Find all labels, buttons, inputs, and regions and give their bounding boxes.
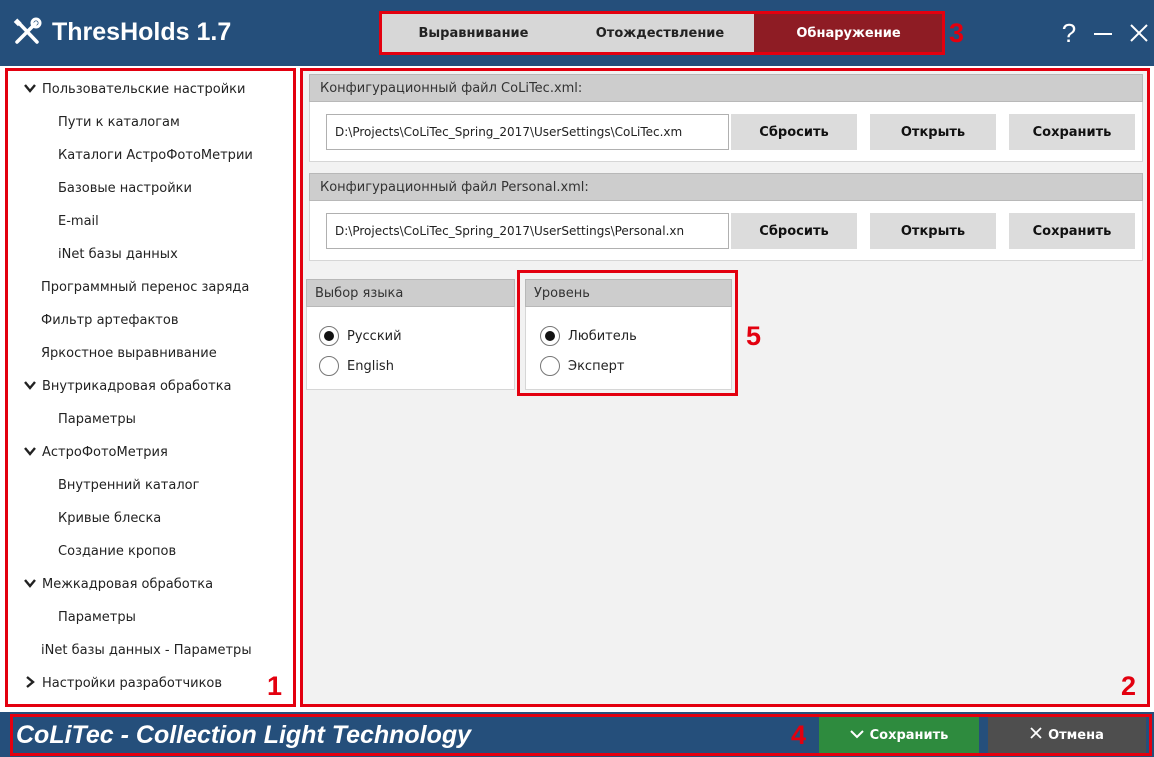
footer-bar: CoLiTec - Collection Light Technology [0, 712, 1154, 757]
sidebar-item-interframe-processing[interactable]: Межкадровая обработка [24, 568, 213, 601]
sidebar-item-label: Межкадровая обработка [42, 577, 214, 592]
chevron-down-icon [24, 445, 38, 460]
annotation-marker-4: 4 [791, 720, 807, 750]
colitec-reset-button[interactable]: Сбросить [731, 114, 857, 150]
sidebar-item-label: iNet базы данных [58, 247, 178, 262]
sidebar-item-label: E-mail [58, 214, 99, 229]
minimize-icon[interactable] [1092, 22, 1114, 44]
sidebar-item-label: Параметры [58, 610, 136, 625]
settings-main-panel: Конфигурационный файл CoLiTec.xml: Сброс… [300, 68, 1150, 707]
sidebar-item-astrophotometry[interactable]: АстроФотоМетрия [24, 436, 168, 469]
level-radio-amateur[interactable]: Любитель [540, 325, 637, 347]
sidebar-item-label: Параметры [58, 412, 136, 427]
annotation-marker-3: 3 [949, 18, 965, 48]
sidebar-item-label: Настройки разработчиков [42, 676, 223, 691]
colitec-config-row: Сбросить Открыть Сохранить [309, 102, 1143, 162]
chevron-down-icon [24, 379, 38, 394]
mode-tabs: Выравнивание Отождествление Обнаружение [381, 13, 943, 53]
radio-selected-icon [319, 326, 339, 346]
close-icon [1030, 727, 1042, 743]
personal-open-button[interactable]: Открыть [870, 213, 996, 249]
sidebar-item-charge-transfer[interactable]: Программный перенос заряда [41, 271, 249, 304]
footer-cancel-button[interactable]: Отмена [988, 717, 1146, 753]
annotation-marker-2: 2 [1121, 671, 1137, 701]
personal-save-button[interactable]: Сохранить [1009, 213, 1135, 249]
sidebar-item-inet-database-parameters[interactable]: iNet базы данных - Параметры [41, 634, 252, 667]
level-radio-expert[interactable]: Эксперт [540, 355, 624, 377]
level-group-header: Уровень [525, 279, 732, 307]
sidebar-item-label: Программный перенос заряда [41, 280, 250, 295]
sidebar-item-internal-catalog[interactable]: Внутренний каталог [58, 469, 199, 502]
sidebar-item-artifact-filter[interactable]: Фильтр артефактов [41, 304, 178, 337]
language-group: Русский English [306, 307, 515, 390]
sidebar-item-label: Фильтр артефактов [41, 313, 179, 328]
radio-unselected-icon [319, 356, 339, 376]
sidebar-item-label: iNet базы данных - Параметры [41, 643, 252, 658]
sidebar-item-label: Каталоги АстроФотоМетрии [58, 148, 253, 163]
colitec-save-button[interactable]: Сохранить [1009, 114, 1135, 150]
radio-selected-icon [540, 326, 560, 346]
sidebar-item-label: Пути к каталогам [58, 115, 180, 130]
sidebar-item-intraframe-parameters[interactable]: Параметры [58, 403, 136, 436]
help-icon[interactable]: ? [1060, 20, 1078, 46]
footer-save-button[interactable]: Сохранить [819, 717, 979, 753]
settings-sidebar: Пользовательские настройки Пути к катало… [5, 68, 296, 707]
sidebar-item-label: Базовые настройки [58, 181, 192, 196]
personal-config-row: Сбросить Открыть Сохранить [309, 201, 1143, 261]
annotation-marker-1: 1 [267, 671, 283, 701]
close-icon[interactable] [1128, 22, 1150, 44]
footer-title: CoLiTec - Collection Light Technology [16, 720, 472, 749]
chevron-down-icon [24, 82, 38, 97]
colitec-path-input[interactable] [326, 114, 729, 150]
radio-label: Любитель [568, 328, 637, 344]
sidebar-item-catalog-paths[interactable]: Пути к каталогам [58, 106, 180, 139]
sidebar-item-label: Кривые блеска [58, 511, 162, 526]
sidebar-item-label: Пользовательские настройки [42, 82, 246, 97]
sidebar-item-interframe-parameters[interactable]: Параметры [58, 601, 136, 634]
language-radio-english[interactable]: English [319, 355, 394, 377]
sidebar-item-brightness-alignment[interactable]: Яркостное выравнивание [41, 337, 217, 370]
personal-path-input[interactable] [326, 213, 729, 249]
sidebar-item-light-curves[interactable]: Кривые блеска [58, 502, 161, 535]
radio-label: Русский [347, 328, 402, 344]
sidebar-item-developer-settings[interactable]: Настройки разработчиков [24, 667, 222, 700]
annotation-marker-5: 5 [746, 321, 762, 351]
colitec-open-button[interactable]: Открыть [870, 114, 996, 150]
chevron-down-icon [849, 728, 864, 743]
language-group-header: Выбор языка [306, 279, 515, 307]
sidebar-item-intraframe-processing[interactable]: Внутрикадровая обработка [24, 370, 232, 403]
sidebar-item-email[interactable]: E-mail [58, 205, 99, 238]
personal-reset-button[interactable]: Сбросить [731, 213, 857, 249]
tab-alignment[interactable]: Выравнивание [381, 13, 566, 53]
level-group: Любитель Эксперт [525, 307, 732, 390]
sidebar-item-basic-settings[interactable]: Базовые настройки [58, 172, 192, 205]
title-bar: ThresHolds 1.7 Выравнивание Отождествлен… [0, 0, 1154, 66]
radio-label: English [347, 358, 394, 374]
chevron-down-icon [24, 577, 38, 592]
tools-icon [12, 17, 42, 47]
radio-unselected-icon [540, 356, 560, 376]
sidebar-item-label: АстроФотоМетрия [42, 445, 168, 460]
tab-detection[interactable]: Обнаружение [754, 13, 943, 53]
sidebar-item-inet-databases[interactable]: iNet базы данных [58, 238, 178, 271]
window-controls: ? [1060, 17, 1150, 49]
sidebar-item-crop-creation[interactable]: Создание кропов [58, 535, 176, 568]
save-label: Сохранить [869, 727, 949, 743]
sidebar-item-label: Создание кропов [58, 544, 177, 559]
language-radio-russian[interactable]: Русский [319, 325, 402, 347]
app-title: ThresHolds 1.7 [52, 17, 232, 46]
personal-config-header: Конфигурационный файл Personal.xml: [309, 173, 1143, 201]
sidebar-item-user-settings[interactable]: Пользовательские настройки [24, 73, 245, 106]
radio-label: Эксперт [568, 358, 625, 374]
sidebar-item-label: Внутренний каталог [58, 478, 200, 493]
app-title-area: ThresHolds 1.7 [12, 14, 231, 50]
chevron-right-icon [24, 675, 38, 692]
cancel-label: Отмена [1048, 727, 1104, 743]
tab-identification[interactable]: Отождествление [566, 13, 754, 53]
sidebar-item-label: Яркостное выравнивание [41, 346, 217, 361]
sidebar-item-astrophotometry-catalogs[interactable]: Каталоги АстроФотоМетрии [58, 139, 253, 172]
sidebar-item-label: Внутрикадровая обработка [42, 379, 232, 394]
colitec-config-header: Конфигурационный файл CoLiTec.xml: [309, 74, 1143, 102]
